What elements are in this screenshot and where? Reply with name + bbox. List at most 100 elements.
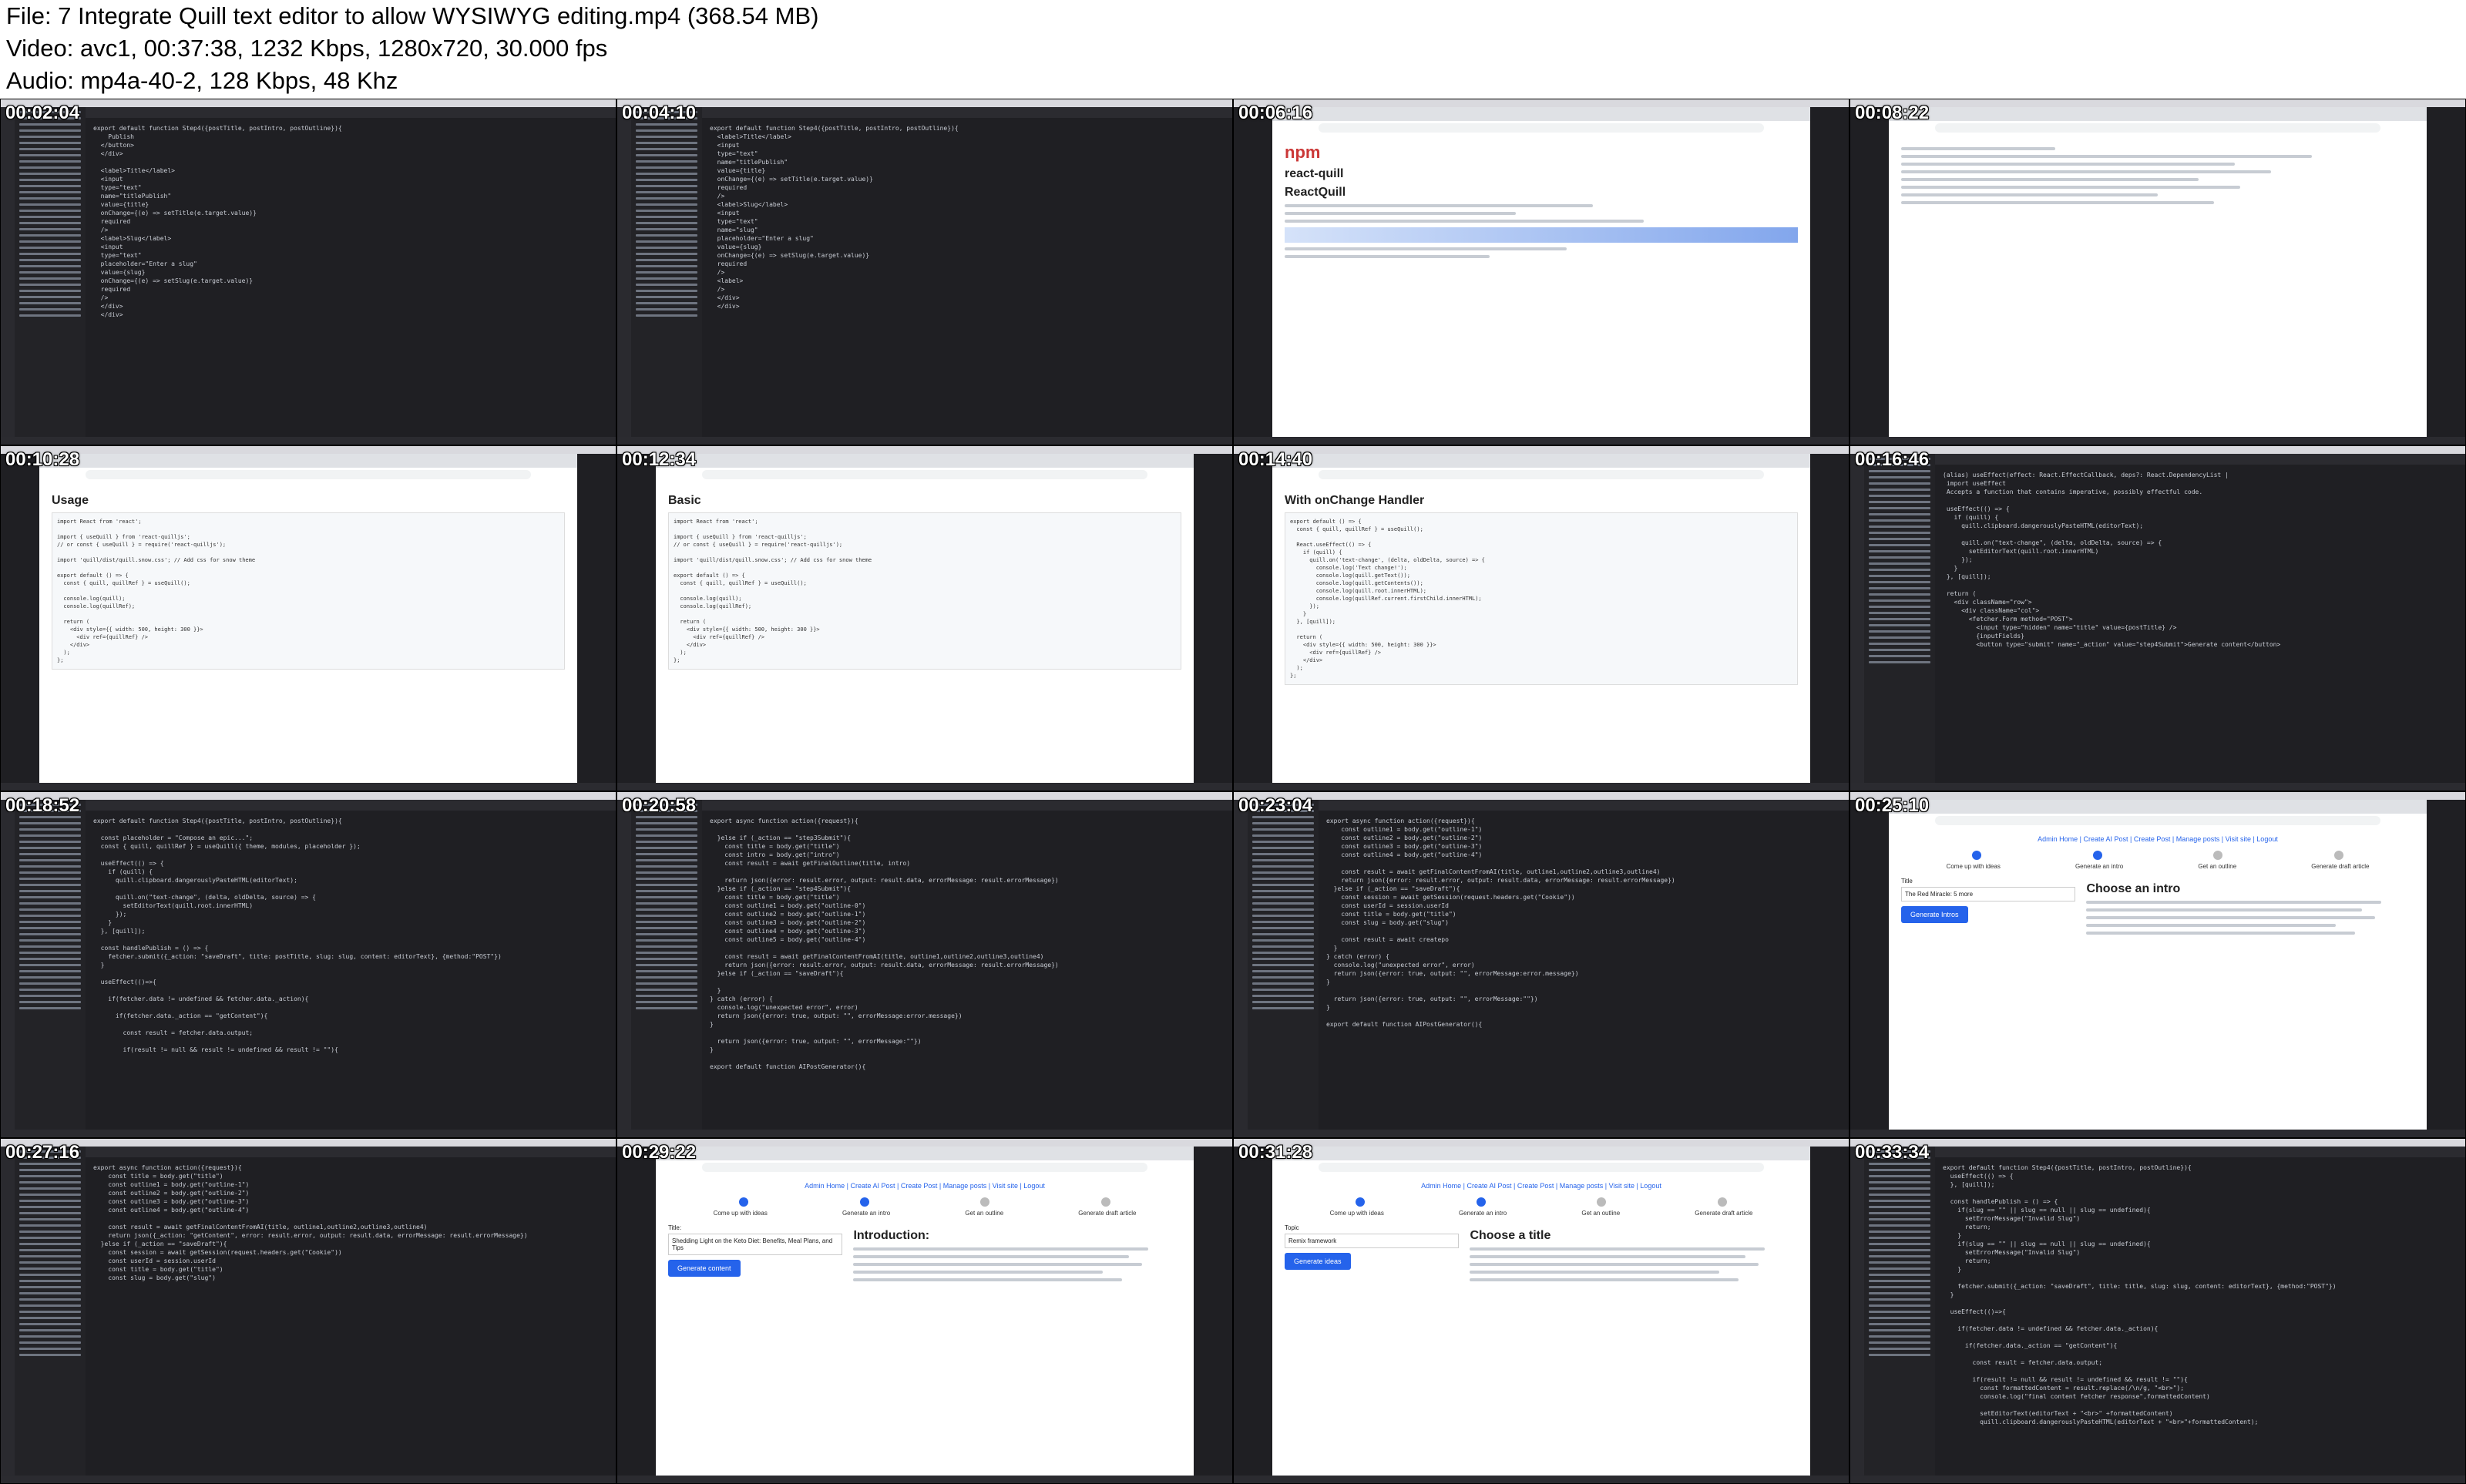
step-label: Get an outline: [2198, 863, 2237, 870]
step-label: Get an outline: [965, 1209, 1004, 1217]
activity-bar: [1234, 800, 1248, 1130]
generate-button[interactable]: Generate ideas: [1285, 1252, 1351, 1270]
timestamp: 00:14:40: [1238, 448, 1313, 470]
video-thumbnail[interactable]: 00:12:34 Basic import React from 'react'; …: [616, 445, 1233, 791]
step-indicator: [739, 1197, 749, 1207]
timestamp: 00:27:16: [5, 1141, 80, 1163]
activity-bar: [1850, 453, 1864, 783]
video-thumbnail[interactable]: 00:33:34 export default function Step4({p…: [1850, 1137, 2466, 1484]
field-label: Title: [1901, 878, 1913, 885]
step-indicator: [2092, 851, 2102, 860]
code-sample: export default () => { const { quill, qu…: [1285, 512, 1798, 685]
status-bar: [617, 783, 1232, 791]
generate-button[interactable]: Generate content: [668, 1259, 741, 1277]
section-heading: With onChange Handler: [1285, 493, 1425, 507]
step-label: Generate an intro: [2075, 863, 2124, 870]
menu-bar: [617, 99, 1232, 107]
audio-info-line: Audio: mp4a-40-2, 128 Kbps, 48 Khz: [6, 67, 398, 94]
file-info-line: File: 7 Integrate Quill text editor to a…: [6, 2, 819, 29]
menu-bar: [1850, 99, 2465, 107]
status-bar: [1850, 1476, 2465, 1483]
code-editor: export async function action({request}){…: [93, 1163, 528, 1281]
readme-heading: ReactQuill: [1285, 186, 1346, 199]
code-editor: export async function action({request}){…: [710, 818, 1059, 1070]
step-label: Come up with ideas: [1329, 1209, 1384, 1217]
downloads-sparkline: [1285, 227, 1798, 243]
section-heading: Introduction:: [853, 1228, 930, 1242]
video-thumbnail[interactable]: 00:20:58 export async function action({re…: [616, 791, 1233, 1138]
text-input[interactable]: Shedding Light on the Keto Diet: Benefit…: [668, 1233, 843, 1255]
file-info-header: File: 7 Integrate Quill text editor to a…: [6, 0, 2460, 97]
editor-tabs: [702, 107, 1232, 118]
menu-bar: [1850, 445, 2465, 454]
section-heading: Basic: [668, 493, 701, 507]
editor-tabs: [702, 800, 1232, 811]
code-sample: import React from 'react'; import { useQ…: [52, 512, 565, 670]
video-thumbnail[interactable]: 00:23:04 export async function action({re…: [1233, 791, 1850, 1138]
field-label: Topic: [1285, 1224, 1299, 1231]
video-thumbnail[interactable]: 00:10:28 Usage import React from 'react'; …: [0, 445, 616, 791]
text-input[interactable]: Remix framework: [1285, 1233, 1460, 1248]
file-explorer: [15, 107, 86, 437]
status-bar: [617, 1129, 1232, 1137]
section-heading: Choose an intro: [2086, 882, 2181, 895]
code-editor: export default function Step4({postTitle…: [1943, 1163, 2337, 1425]
status-bar: [1234, 1476, 1849, 1483]
status-bar: [1, 1476, 616, 1483]
timestamp: 00:08:22: [1855, 102, 1930, 123]
package-title: react-quill: [1285, 167, 1344, 180]
file-explorer: [631, 107, 702, 437]
code-editor: export default function Step4({postTitle…: [93, 818, 502, 1053]
editor-tabs: [1319, 800, 1849, 811]
step-label: Generate draft article: [2311, 863, 2370, 870]
video-thumbnail[interactable]: 00:04:10 export default function Step4({p…: [616, 99, 1233, 445]
timestamp: 00:12:34: [622, 448, 697, 470]
step-indicator: [1717, 1197, 1727, 1207]
menu-bar: [1, 99, 616, 107]
admin-nav[interactable]: Admin Home | Create AI Post | Create Pos…: [1901, 835, 2414, 843]
step-label: Generate an intro: [842, 1209, 891, 1217]
video-thumbnail[interactable]: 00:02:04 export default function Step4({p…: [0, 99, 616, 445]
admin-nav[interactable]: Admin Home | Create AI Post | Create Pos…: [1285, 1182, 1798, 1190]
menu-bar: [1850, 792, 2465, 800]
step-label: Generate draft article: [1078, 1209, 1137, 1217]
generate-button[interactable]: Generate Intros: [1901, 906, 1968, 923]
activity-bar: [1850, 1146, 1864, 1476]
code-sample: import React from 'react'; import { useQ…: [668, 512, 1181, 670]
browser-window: Admin Home | Create AI Post | Create Pos…: [656, 1146, 1194, 1476]
status-bar: [1234, 783, 1849, 791]
step-indicator: [1597, 1197, 1607, 1207]
timestamp: 00:04:10: [622, 102, 697, 123]
text-input[interactable]: The Red Miracle: 5 more: [1901, 887, 2076, 901]
section-heading: Choose a title: [1470, 1228, 1551, 1242]
activity-bar: [617, 107, 631, 437]
activity-bar: [1, 107, 15, 437]
video-thumbnail[interactable]: 00:08:22: [1850, 99, 2466, 445]
status-bar: [1850, 436, 2465, 445]
menu-bar: [1234, 792, 1849, 800]
video-thumbnail[interactable]: 00:18:52 export default function Step4({p…: [0, 791, 616, 1138]
step-indicator: [1972, 851, 1982, 860]
status-bar: [1850, 783, 2465, 791]
video-thumbnail[interactable]: 00:29:22 Admin Home | Create AI Post | Cr…: [616, 1137, 1233, 1484]
video-thumbnail[interactable]: 00:06:16 npm react-quill ReactQuill: [1233, 99, 1850, 445]
admin-nav[interactable]: Admin Home | Create AI Post | Create Pos…: [668, 1182, 1181, 1190]
timestamp: 00:31:28: [1238, 1141, 1313, 1163]
browser-window: Admin Home | Create AI Post | Create Pos…: [1272, 1146, 1810, 1476]
browser-window: npm react-quill ReactQuill: [1272, 107, 1810, 437]
file-explorer: [15, 1146, 86, 1476]
video-thumbnail[interactable]: 00:16:46 (alias) useEffect(effect: React.…: [1850, 445, 2466, 791]
video-thumbnail[interactable]: 00:31:28 Admin Home | Create AI Post | Cr…: [1233, 1137, 1850, 1484]
timestamp: 00:29:22: [622, 1141, 697, 1163]
browser-window: With onChange Handler export default () =…: [1272, 453, 1810, 783]
timestamp: 00:02:04: [5, 102, 80, 123]
menu-bar: [617, 1138, 1232, 1147]
video-thumbnail[interactable]: 00:14:40 With onChange Handler export defa…: [1233, 445, 1850, 791]
video-thumbnail[interactable]: 00:25:10 Admin Home | Create AI Post | Cr…: [1850, 791, 2466, 1138]
step-indicator: [1100, 1197, 1110, 1207]
menu-bar: [1, 445, 616, 454]
editor-tabs: [86, 800, 616, 811]
step-indicator: [1476, 1197, 1486, 1207]
browser-window: [1889, 107, 2427, 437]
video-thumbnail[interactable]: 00:27:16 export async function action({re…: [0, 1137, 616, 1484]
